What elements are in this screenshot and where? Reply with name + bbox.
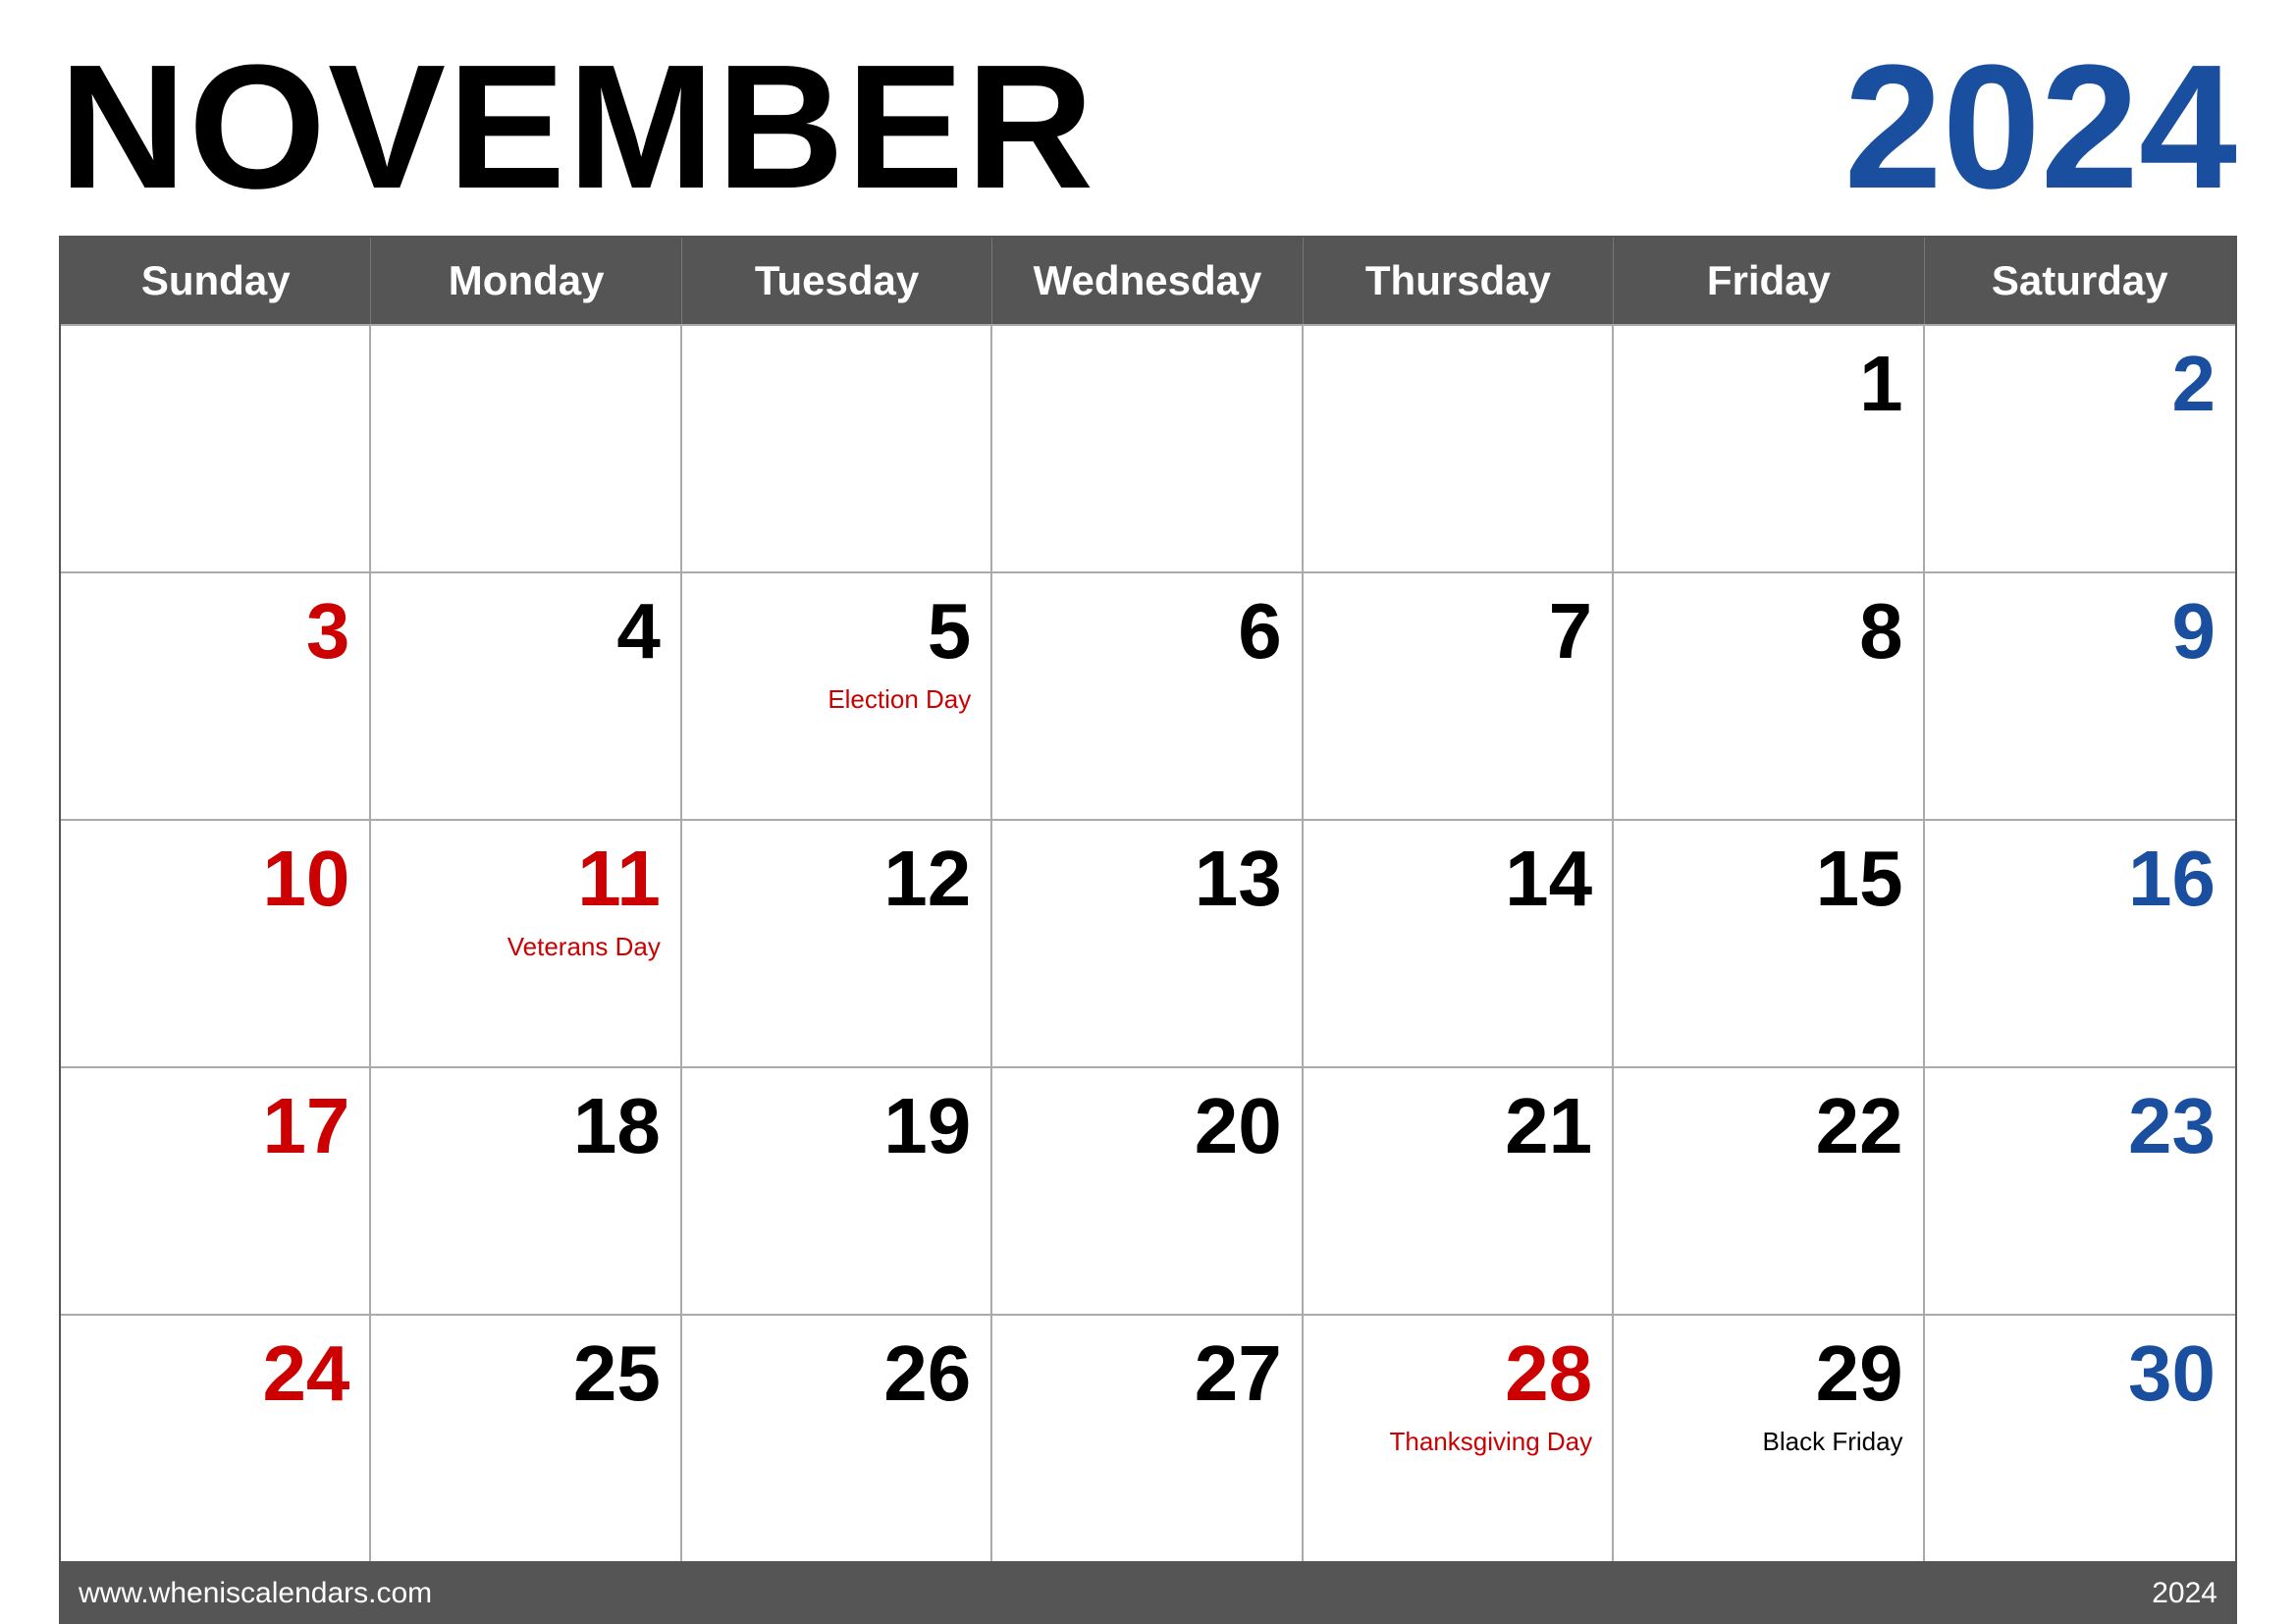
- day-cell: 6: [992, 573, 1303, 819]
- day-number: 18: [573, 1083, 661, 1169]
- day-cell: [1304, 326, 1614, 571]
- day-cell: 16: [1925, 821, 2235, 1066]
- day-number: 20: [1195, 1083, 1282, 1169]
- day-number: 25: [573, 1330, 661, 1417]
- week-row-4: 17 18 19 20 21 22 23: [61, 1066, 2235, 1314]
- day-number: 1: [1859, 341, 1903, 427]
- day-cell: [682, 326, 992, 571]
- day-cell: 27: [992, 1316, 1303, 1561]
- day-number: 16: [2128, 836, 2216, 922]
- day-cell: 15: [1614, 821, 1924, 1066]
- day-header-tuesday: Tuesday: [682, 238, 992, 324]
- day-headers-row: SundayMondayTuesdayWednesdayThursdayFrid…: [61, 238, 2235, 324]
- day-cell: 25: [371, 1316, 681, 1561]
- day-header-thursday: Thursday: [1304, 238, 1614, 324]
- day-cell: 10: [61, 821, 371, 1066]
- day-cell: 23: [1925, 1068, 2235, 1314]
- day-cell: 5 Election Day: [682, 573, 992, 819]
- calendar-container: NOVEMBER 2024 SundayMondayTuesdayWednesd…: [0, 0, 2296, 1624]
- day-number: 7: [1549, 588, 1593, 675]
- day-number: 13: [1195, 836, 1282, 922]
- day-cell: 14: [1304, 821, 1614, 1066]
- day-cell: 3: [61, 573, 371, 819]
- day-header-sunday: Sunday: [61, 238, 371, 324]
- footer-year: 2024: [2152, 1577, 2217, 1610]
- day-cell: 26: [682, 1316, 992, 1561]
- day-cell: 21: [1304, 1068, 1614, 1314]
- day-number: 19: [883, 1083, 971, 1169]
- day-number: 6: [1238, 588, 1282, 675]
- year-title: 2024: [1844, 39, 2237, 216]
- day-number: 3: [306, 588, 350, 675]
- day-number: 28: [1505, 1330, 1592, 1417]
- day-number: 12: [883, 836, 971, 922]
- day-number: 14: [1505, 836, 1592, 922]
- day-cell: 30: [1925, 1316, 2235, 1561]
- day-number: 8: [1859, 588, 1903, 675]
- day-cell: 20: [992, 1068, 1303, 1314]
- day-cell: [61, 326, 371, 571]
- day-number: 2: [2171, 341, 2216, 427]
- day-header-wednesday: Wednesday: [992, 238, 1303, 324]
- day-number: 15: [1816, 836, 1903, 922]
- day-number: 11: [577, 836, 661, 922]
- day-header-monday: Monday: [371, 238, 681, 324]
- day-number: 4: [616, 588, 661, 675]
- month-title: NOVEMBER: [59, 39, 1095, 216]
- day-cell: 18: [371, 1068, 681, 1314]
- day-number: 17: [262, 1083, 349, 1169]
- holiday-label: Veterans Day: [507, 932, 661, 962]
- day-cell: 24: [61, 1316, 371, 1561]
- day-cell: 12: [682, 821, 992, 1066]
- calendar-grid: SundayMondayTuesdayWednesdayThursdayFrid…: [59, 236, 2237, 1563]
- day-number: 29: [1816, 1330, 1903, 1417]
- day-number: 23: [2128, 1083, 2216, 1169]
- day-number: 26: [883, 1330, 971, 1417]
- week-row-5: 24 25 26 27 28 Thanksgiving Day 29 Black Friday…: [61, 1314, 2235, 1561]
- holiday-label: Black Friday: [1763, 1427, 1903, 1457]
- day-number: 24: [262, 1330, 349, 1417]
- day-cell: 13: [992, 821, 1303, 1066]
- day-cell: 17: [61, 1068, 371, 1314]
- day-cell: 2: [1925, 326, 2235, 571]
- day-cell: [992, 326, 1303, 571]
- day-number: 5: [928, 588, 972, 675]
- holiday-label: Thanksgiving Day: [1389, 1427, 1592, 1457]
- day-cell: 8: [1614, 573, 1924, 819]
- day-header-friday: Friday: [1614, 238, 1924, 324]
- weeks-container: 12345Election Day67891011Veterans Day121…: [61, 324, 2235, 1561]
- day-cell: 19: [682, 1068, 992, 1314]
- day-number: 22: [1816, 1083, 1903, 1169]
- day-number: 21: [1505, 1083, 1592, 1169]
- day-cell: 22: [1614, 1068, 1924, 1314]
- week-row-1: 12: [61, 324, 2235, 571]
- footer-website: www.wheniscalendars.com: [79, 1577, 432, 1610]
- week-row-3: 10 11 Veterans Day 12 13 14 15 16: [61, 819, 2235, 1066]
- day-number: 9: [2171, 588, 2216, 675]
- day-cell: 28 Thanksgiving Day: [1304, 1316, 1614, 1561]
- day-number: 27: [1195, 1330, 1282, 1417]
- day-cell: 11 Veterans Day: [371, 821, 681, 1066]
- holiday-label: Election Day: [828, 684, 971, 715]
- calendar-header: NOVEMBER 2024: [59, 39, 2237, 236]
- day-cell: 7: [1304, 573, 1614, 819]
- day-cell: 1: [1614, 326, 1924, 571]
- footer-bar: www.wheniscalendars.com 2024: [59, 1563, 2237, 1624]
- day-cell: 29 Black Friday: [1614, 1316, 1924, 1561]
- day-cell: 4: [371, 573, 681, 819]
- day-number: 30: [2128, 1330, 2216, 1417]
- day-cell: [371, 326, 681, 571]
- week-row-2: 3 4 5 Election Day 6 7 8 9: [61, 571, 2235, 819]
- day-header-saturday: Saturday: [1925, 238, 2235, 324]
- day-cell: 9: [1925, 573, 2235, 819]
- day-number: 10: [262, 836, 349, 922]
